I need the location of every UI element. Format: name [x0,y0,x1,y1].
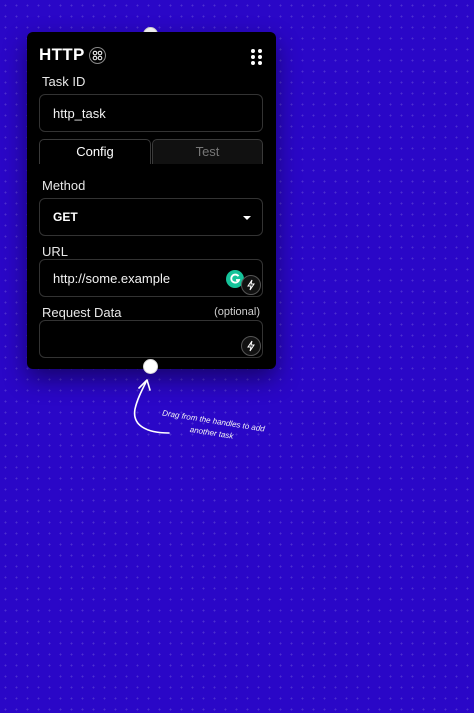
request-data-label: Request Data [42,305,122,320]
url-label: URL [42,244,69,259]
method-select[interactable]: GET [39,198,263,236]
caret-down-icon [243,216,251,220]
http-task-node[interactable]: HTTP Task ID http_task Config Test Metho… [27,32,276,369]
task-id-input[interactable]: http_task [39,94,263,132]
task-id-value: http_task [53,106,106,121]
drag-dots-icon[interactable] [251,49,263,65]
node-type-icon [89,47,106,64]
method-label: Method [42,178,86,193]
optional-hint: (optional) [214,306,260,318]
request-data-input[interactable] [39,320,263,358]
task-id-label: Task ID [42,74,86,89]
node-title: HTTP [39,45,85,64]
method-value: GET [53,210,78,224]
url-input[interactable]: http://some.example [39,259,263,297]
lightning-icon[interactable] [241,336,261,356]
lightning-icon[interactable] [241,275,261,295]
tab-config[interactable]: Config [39,139,151,164]
url-value: http://some.example [53,271,171,286]
tab-test[interactable]: Test [152,139,263,164]
